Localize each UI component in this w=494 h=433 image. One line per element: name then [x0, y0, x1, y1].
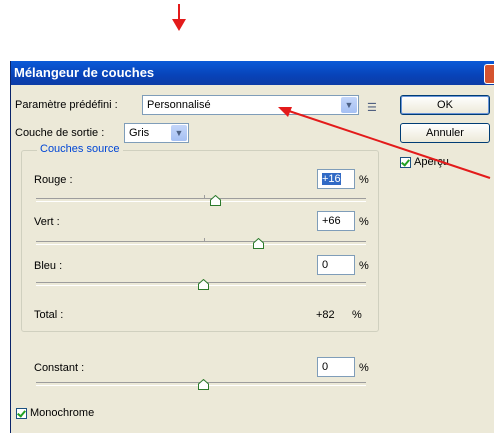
- annotation-pointer-line: [278, 107, 491, 179]
